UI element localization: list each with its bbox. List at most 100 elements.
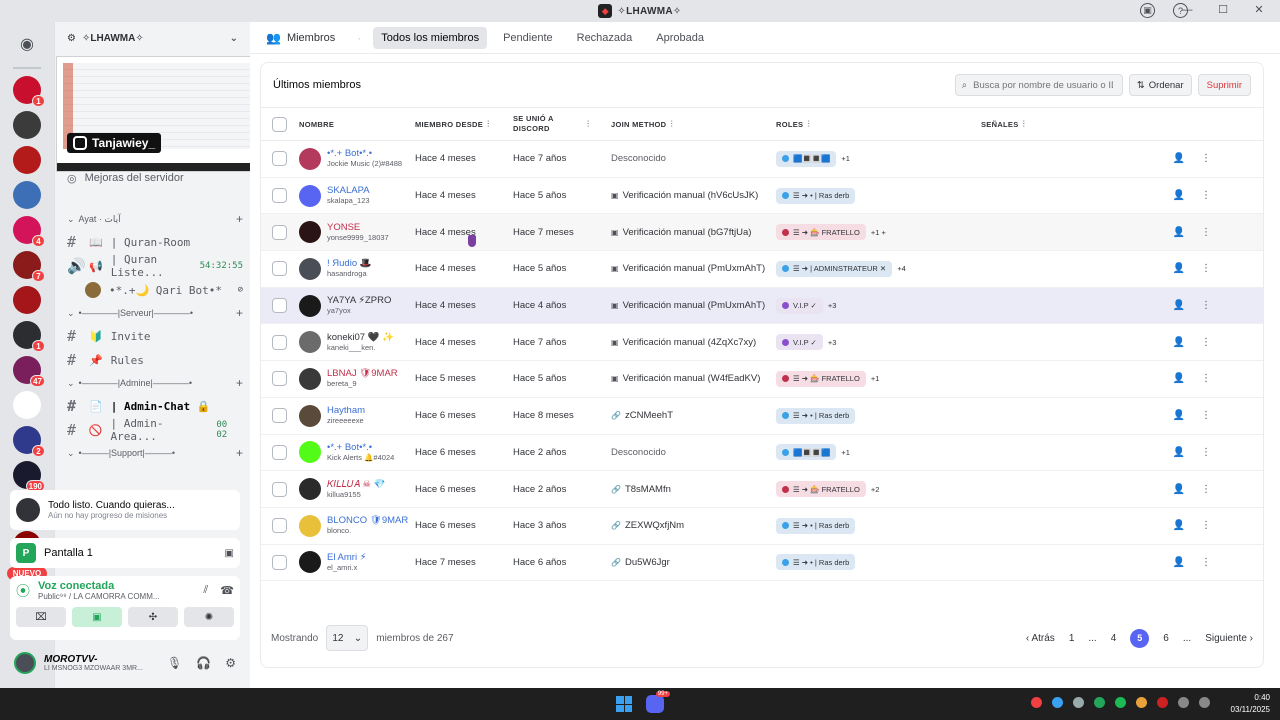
discord-taskbar-icon[interactable]: 99+ xyxy=(646,691,670,713)
table-row[interactable]: El Amri ⚡ el_amri.x Hace 7 meses Hace 6 … xyxy=(261,545,1263,582)
member-name[interactable]: Haytham xyxy=(327,405,365,416)
stop-stream-icon[interactable]: ▣ xyxy=(225,548,234,559)
profile-icon[interactable]: 👤 xyxy=(1173,153,1185,164)
noise-suppression-icon[interactable]: ⫽ xyxy=(203,584,208,597)
more-roles[interactable]: +1 xyxy=(841,448,850,457)
tab-all-members[interactable]: Todos los miembros xyxy=(373,26,488,49)
more-options-icon[interactable]: ⋮ xyxy=(1201,557,1211,568)
more-roles[interactable]: +4 xyxy=(897,264,906,273)
volume-icon[interactable] xyxy=(1199,697,1210,708)
tab-approved[interactable]: Aprobada xyxy=(648,27,712,49)
member-name[interactable]: ! Яudio 🎩 xyxy=(327,258,372,269)
avatar[interactable] xyxy=(299,331,321,354)
tab-rejected[interactable]: Rechazada xyxy=(569,27,641,49)
profile-icon[interactable]: 👤 xyxy=(1173,557,1185,568)
tray-app-icon[interactable] xyxy=(1115,697,1126,708)
more-roles[interactable]: +3 xyxy=(828,338,837,347)
more-options-icon[interactable]: ⋮ xyxy=(1201,410,1211,421)
more-roles[interactable]: +1 + xyxy=(871,228,886,237)
table-row[interactable]: Haytham zireeeeexe Hace 6 meses Hace 8 m… xyxy=(261,398,1263,435)
microphone-icon[interactable]: 🎙 xyxy=(167,656,182,670)
member-name[interactable]: BLONCO 🛡9MAR xyxy=(327,515,408,526)
role-chip[interactable]: ☰ ➜ • | Ras derb xyxy=(776,554,856,571)
server-icon[interactable]: 1 xyxy=(13,321,45,352)
row-checkbox[interactable] xyxy=(272,371,287,387)
more-options-icon[interactable]: ⋮ xyxy=(1201,484,1211,495)
profile-icon[interactable]: 👤 xyxy=(1173,190,1185,201)
text-channel[interactable]: # 📖 | Quran-Room xyxy=(55,230,251,254)
server-icon[interactable] xyxy=(13,391,41,419)
avatar[interactable] xyxy=(299,294,321,317)
avatar[interactable] xyxy=(299,367,321,390)
text-channel[interactable]: # 📄 | Admin-Chat 🔒 xyxy=(55,394,251,418)
role-chip[interactable]: 🟦🔳🔳🟦 xyxy=(776,150,837,167)
channel-category[interactable]: ⌄ •———|Support|———• + xyxy=(55,442,251,464)
member-name[interactable]: •*.+ Bot•*.• xyxy=(327,148,402,159)
profile-icon[interactable]: 👤 xyxy=(1173,263,1185,274)
role-chip[interactable]: ☰ ➜ 🎰 FRATELLO xyxy=(776,481,866,498)
profile-icon[interactable]: 👤 xyxy=(1173,520,1185,531)
profile-icon[interactable]: 👤 xyxy=(1173,373,1185,384)
signal-icon[interactable]: ⦿ xyxy=(16,581,30,601)
maximize-icon[interactable]: ☐ xyxy=(1216,3,1230,16)
server-icon[interactable]: 47 xyxy=(13,356,45,387)
col-joined-discord[interactable]: SE UNIÓ A DISCORD ⫶ xyxy=(513,114,611,134)
more-options-icon[interactable]: ⋮ xyxy=(1201,227,1211,238)
screen-share-button[interactable]: ▣ xyxy=(72,607,122,627)
page-button[interactable]: 1 xyxy=(1069,633,1075,644)
avatar[interactable] xyxy=(299,147,321,170)
profile-icon[interactable]: 👤 xyxy=(1173,337,1185,348)
text-channel[interactable]: # 🚫 | Admin-Area... 00 02 xyxy=(55,417,251,443)
inbox-icon[interactable]: ▣ xyxy=(1140,3,1155,18)
avatar[interactable] xyxy=(299,404,321,427)
stream-preview[interactable]: Tanjawiey_ xyxy=(56,56,268,172)
table-row[interactable]: ! Яudio 🎩 hasandroga Hace 4 meses Hace 5… xyxy=(261,251,1263,288)
discord-home-icon[interactable]: ◉ xyxy=(9,26,45,62)
more-options-icon[interactable]: ⋮ xyxy=(1201,447,1211,458)
table-row[interactable]: BLONCO 🛡9MAR blonco. Hace 6 meses Hace 3… xyxy=(261,508,1263,545)
server-icon[interactable]: 2 xyxy=(13,426,45,457)
filter-icon[interactable]: ⫶ xyxy=(587,119,590,130)
role-chip[interactable]: V.I.P ✓ xyxy=(776,334,823,351)
server-icon[interactable]: 190 xyxy=(13,461,45,492)
add-channel-icon[interactable]: + xyxy=(236,446,243,460)
server-icon[interactable] xyxy=(13,286,41,314)
page-button[interactable]: 6 xyxy=(1163,633,1169,644)
member-name[interactable]: El Amri ⚡ xyxy=(327,552,366,563)
screen-share-row[interactable]: P Pantalla 1 ▣ xyxy=(10,538,240,568)
avatar[interactable] xyxy=(299,551,321,574)
tab-pending[interactable]: Pendiente xyxy=(495,27,561,49)
tray-app-icon[interactable] xyxy=(1136,697,1147,708)
close-icon[interactable]: ✕ xyxy=(1252,3,1266,16)
more-options-icon[interactable]: ⋮ xyxy=(1201,263,1211,274)
filter-icon[interactable]: ⫶ xyxy=(487,119,490,129)
col-member-since[interactable]: MIEMBRO DESDE ⫶ xyxy=(415,119,513,130)
member-name[interactable]: koneki07 🖤 ✨ xyxy=(327,332,394,343)
role-chip[interactable]: ☰ ➜ 🎰 FRATELLO xyxy=(776,224,866,241)
select-all-checkbox[interactable] xyxy=(272,116,287,132)
server-icon[interactable]: 7 xyxy=(13,251,45,282)
chevron-down-icon[interactable]: ⌄ xyxy=(230,33,238,44)
table-row[interactable]: SKALAPA skalapa_123 Hace 4 meses Hace 5 … xyxy=(261,178,1263,215)
soundboard-button[interactable]: ✺ xyxy=(184,607,234,627)
row-checkbox[interactable] xyxy=(272,261,287,277)
table-row[interactable]: YONSE yonse9999_18037 Hace 4 meses Hace … xyxy=(261,214,1263,252)
filter-icon[interactable]: ⫶ xyxy=(1023,119,1026,129)
avatar[interactable] xyxy=(299,478,321,501)
table-row[interactable]: 𝐾𝐼𝐿𝐿𝑈𝐴 ☠ 💎 killua9155 Hace 6 meses Hace … xyxy=(261,471,1263,508)
more-options-icon[interactable]: ⋮ xyxy=(1201,190,1211,201)
text-channel[interactable]: # 📌 Rules xyxy=(55,348,251,372)
server-icon[interactable] xyxy=(13,146,41,174)
boost-link[interactable]: ◎ Mejoras del servidor xyxy=(67,172,184,185)
avatar[interactable] xyxy=(299,221,321,244)
more-roles[interactable]: +1 xyxy=(841,154,850,163)
profile-icon[interactable]: 👤 xyxy=(1173,227,1185,238)
avatar[interactable] xyxy=(299,514,321,537)
add-channel-icon[interactable]: + xyxy=(236,306,243,320)
channel-category[interactable]: ⌄ Ayat · آيات + xyxy=(55,208,251,230)
tray-app-icon[interactable] xyxy=(1073,697,1084,708)
wifi-icon[interactable] xyxy=(1178,697,1189,708)
camera-off-button[interactable]: ⌧ xyxy=(16,607,66,627)
disconnect-icon[interactable]: ☎ xyxy=(220,584,234,597)
row-checkbox[interactable] xyxy=(272,188,287,204)
